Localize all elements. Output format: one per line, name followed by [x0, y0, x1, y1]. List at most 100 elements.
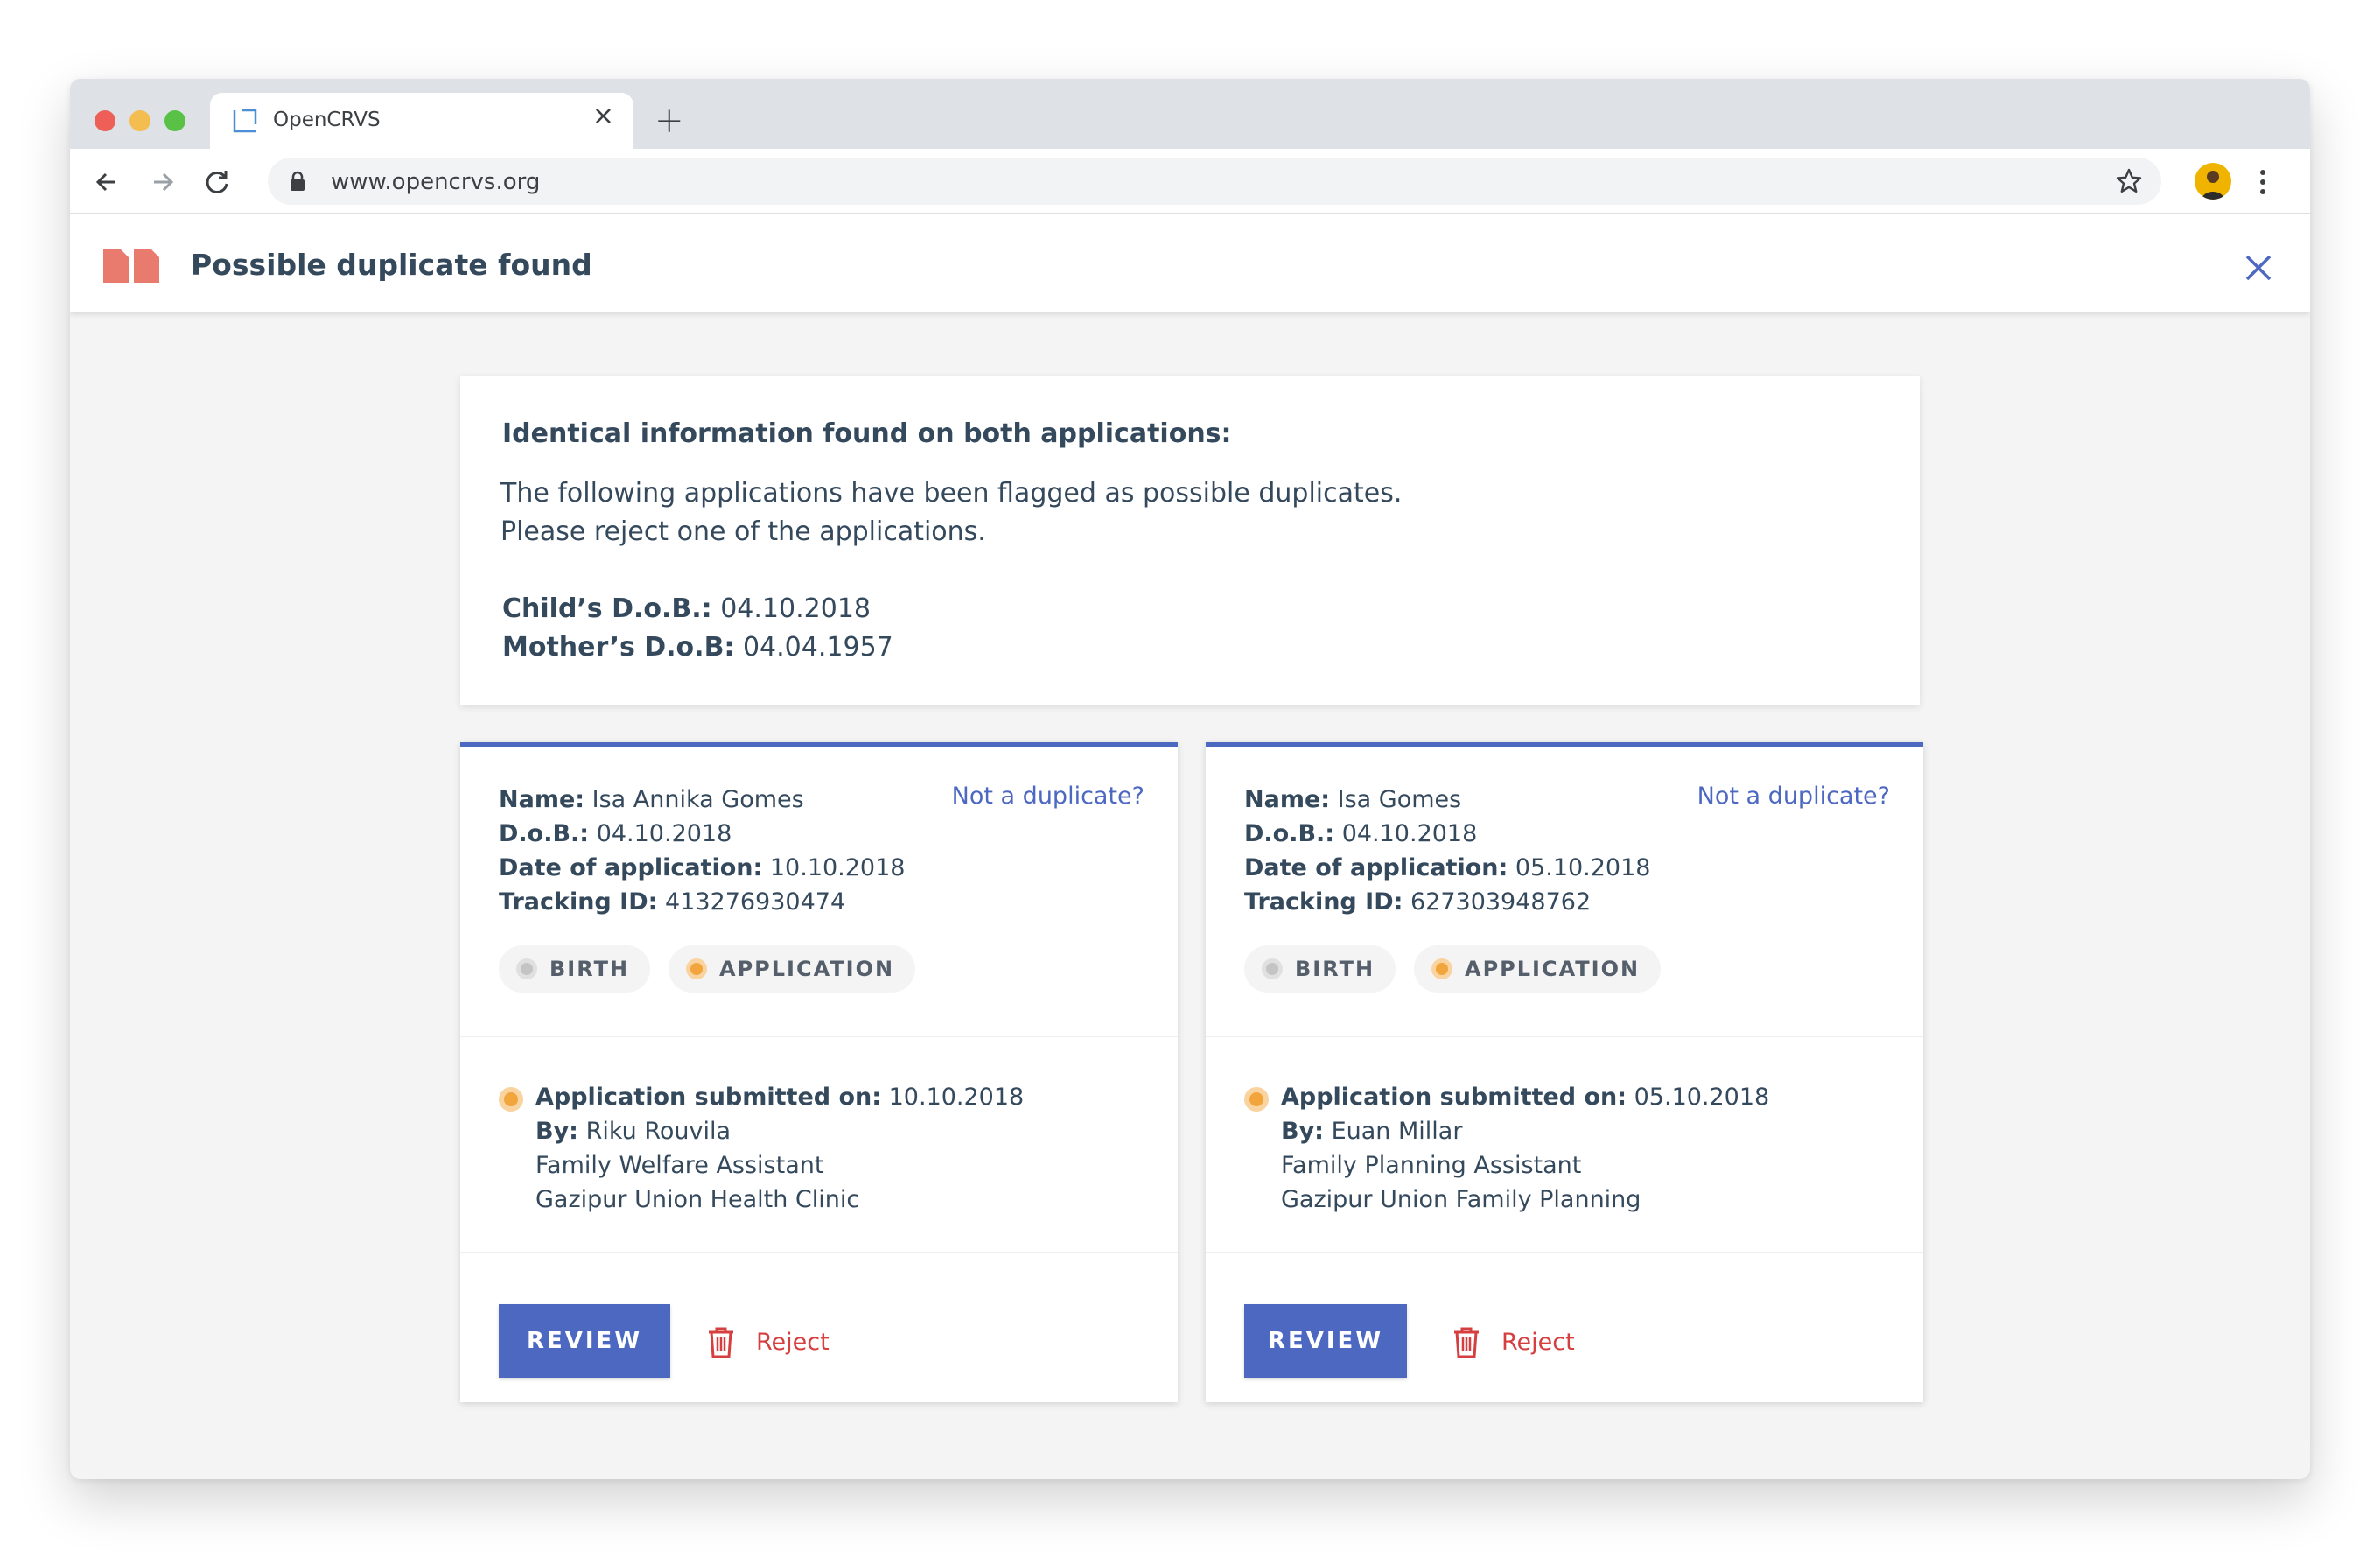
status-dot-icon [1262, 958, 1283, 979]
summary-line-1: The following applications have been fla… [500, 478, 1403, 509]
dob-value: 04.10.2018 [1334, 820, 1478, 847]
status-tag-application: APPLICATION [1414, 945, 1662, 993]
event-tag-birth: BIRTH [1244, 945, 1396, 993]
dob-value: 04.10.2018 [589, 820, 732, 847]
tab-title: OpenCRVS [273, 109, 381, 131]
browser-window: OpenCRVS × + www.opencrvs.org Possible d… [70, 79, 2310, 1479]
close-icon[interactable] [2244, 253, 2273, 283]
profile-avatar[interactable] [2194, 163, 2231, 200]
submission-history: Application submitted on: 10.10.2018 By:… [536, 1080, 1024, 1217]
forward-arrow-icon[interactable] [147, 166, 178, 198]
divider [460, 1252, 1178, 1253]
name-label: Name: [499, 786, 585, 813]
window-close-dot[interactable] [94, 110, 116, 131]
status-dot-icon [516, 958, 537, 979]
reject-label: Reject [1502, 1329, 1575, 1356]
divider [1206, 1252, 1923, 1253]
tag-label: APPLICATION [719, 957, 895, 981]
page-header: Possible duplicate found [70, 214, 2310, 312]
application-date-value: 05.10.2018 [1508, 854, 1651, 881]
submitted-by-name: Riku Rouvila [578, 1118, 732, 1145]
dob-row: D.o.B.: 04.10.2018 [499, 817, 905, 851]
tracking-id-row: Tracking ID: 627303948762 [1244, 885, 1650, 919]
browser-toolbar: www.opencrvs.org [70, 149, 2310, 214]
review-button[interactable]: REVIEW [1244, 1304, 1407, 1378]
name-row: Name: Isa Gomes [1244, 783, 1650, 817]
back-arrow-icon[interactable] [91, 166, 122, 198]
summary-line-2: Please reject one of the applications. [500, 516, 986, 547]
tag-label: APPLICATION [1465, 957, 1641, 981]
status-dot-icon [686, 958, 707, 979]
summary-description: The following applications have been fla… [500, 474, 1402, 551]
opencrvs-favicon-icon [233, 109, 257, 133]
application-card: Name: Isa Gomes D.o.B.: 04.10.2018 Date … [1206, 742, 1923, 1402]
name-value: Isa Annika Gomes [584, 786, 804, 813]
submitted-date: 10.10.2018 [881, 1084, 1025, 1111]
dob-label: D.o.B.: [1244, 820, 1335, 847]
tab-strip: OpenCRVS × + [70, 79, 2310, 149]
submitted-by-row: By: Euan Millar [1281, 1114, 1769, 1148]
submitted-by-label: By: [536, 1118, 578, 1145]
submitted-row: Application submitted on: 05.10.2018 [1281, 1080, 1769, 1114]
child-dob-value: 04.10.2018 [711, 593, 871, 624]
tracking-id-value: 413276930474 [657, 888, 846, 916]
lock-icon [290, 171, 304, 191]
child-dob-row: Child’s D.o.B.: 04.10.2018 [502, 590, 893, 628]
application-date-label: Date of application: [499, 854, 763, 881]
submitted-label: Application submitted on: [1281, 1084, 1628, 1111]
more-menu-icon[interactable] [2258, 168, 2268, 196]
application-date-row: Date of application: 05.10.2018 [1244, 851, 1650, 885]
tab-close-icon[interactable]: × [592, 103, 614, 130]
window-minimize-dot[interactable] [130, 110, 150, 131]
page-title: Possible duplicate found [191, 248, 592, 282]
new-tab-button[interactable]: + [654, 103, 684, 138]
submitted-date: 05.10.2018 [1627, 1084, 1770, 1111]
divider [1206, 1036, 1923, 1037]
history-status-dot-icon [499, 1087, 523, 1112]
browser-tab[interactable]: OpenCRVS × [210, 93, 634, 149]
submitter-role: Family Welfare Assistant [536, 1152, 824, 1179]
status-dot-icon [1432, 958, 1452, 979]
submitted-by-label: By: [1281, 1118, 1324, 1145]
submission-history: Application submitted on: 05.10.2018 By:… [1281, 1080, 1769, 1217]
name-value: Isa Gomes [1330, 786, 1462, 813]
application-details: Name: Isa Annika Gomes D.o.B.: 04.10.201… [499, 783, 905, 919]
status-tag-application: APPLICATION [668, 945, 916, 993]
not-duplicate-link[interactable]: Not a duplicate? [1698, 783, 1890, 810]
child-dob-label: Child’s D.o.B.: [502, 593, 712, 624]
application-date-row: Date of application: 10.10.2018 [499, 851, 905, 885]
address-bar[interactable]: www.opencrvs.org [268, 158, 2161, 205]
application-date-label: Date of application: [1244, 854, 1508, 881]
review-button[interactable]: REVIEW [499, 1304, 670, 1378]
submitted-label: Application submitted on: [536, 1084, 882, 1111]
reject-button[interactable]: Reject [1452, 1325, 1575, 1360]
tracking-id-label: Tracking ID: [1244, 888, 1404, 916]
submitter-office: Gazipur Union Health Clinic [536, 1186, 860, 1213]
mother-dob-value: 04.04.1957 [734, 632, 893, 663]
tracking-id-label: Tracking ID: [499, 888, 658, 916]
tag-label: BIRTH [1295, 957, 1376, 981]
reject-label: Reject [756, 1329, 830, 1356]
application-date-value: 10.10.2018 [762, 854, 906, 881]
bookmark-star-icon[interactable] [2114, 166, 2144, 196]
tag-label: BIRTH [550, 957, 630, 981]
submitted-by-row: By: Riku Rouvila [536, 1114, 1024, 1148]
submitted-by-name: Euan Millar [1323, 1118, 1463, 1145]
window-maximize-dot[interactable] [164, 110, 186, 131]
submitter-office: Gazipur Union Family Planning [1281, 1186, 1642, 1213]
dob-label: D.o.B.: [499, 820, 590, 847]
event-tag-birth: BIRTH [499, 945, 651, 993]
name-row: Name: Isa Annika Gomes [499, 783, 905, 817]
not-duplicate-link[interactable]: Not a duplicate? [952, 783, 1144, 810]
reject-button[interactable]: Reject [707, 1325, 830, 1360]
matching-fields: Child’s D.o.B.: 04.10.2018 Mother’s D.o.… [502, 590, 893, 667]
duplicate-summary-card: Identical information found on both appl… [460, 376, 1920, 705]
application-card: Name: Isa Annika Gomes D.o.B.: 04.10.201… [460, 742, 1178, 1402]
tracking-id-value: 627303948762 [1403, 888, 1592, 916]
url-text: www.opencrvs.org [331, 169, 541, 195]
summary-heading: Identical information found on both appl… [502, 418, 1232, 449]
reload-icon[interactable] [201, 166, 233, 198]
duplicate-icon [103, 249, 159, 283]
trash-icon [1454, 1327, 1479, 1358]
mother-dob-row: Mother’s D.o.B: 04.04.1957 [502, 628, 893, 667]
